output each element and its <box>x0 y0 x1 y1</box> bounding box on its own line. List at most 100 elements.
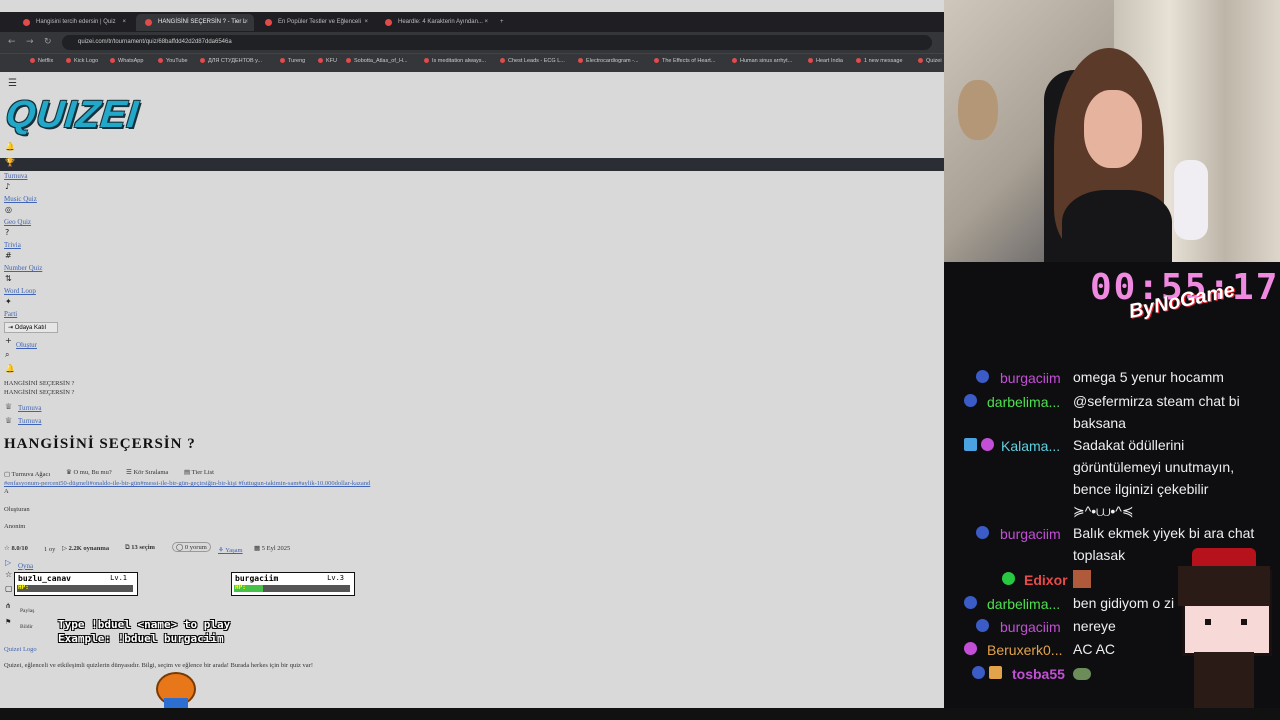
chat-username[interactable]: burgaciim <box>1000 370 1061 386</box>
breadcrumb-turnuva[interactable]: Turnuva <box>18 404 41 412</box>
bookmark[interactable]: Kick Logo <box>66 58 98 64</box>
comment-icon: ◯ <box>176 544 185 551</box>
tab-3[interactable]: En Popüler Testler ve Eğlenceli × <box>256 14 374 31</box>
nav-word-loop[interactable]: Word Loop <box>4 287 36 295</box>
tag-list[interactable]: #enfasyonum-percent50-düşmeli#onaldo-ile… <box>4 480 370 487</box>
bell-icon[interactable]: 🔔 <box>5 142 15 151</box>
menu-icon[interactable]: ☰ <box>8 78 17 89</box>
streamer-face <box>1084 90 1142 168</box>
badge-icon <box>1002 572 1015 585</box>
close-tab-icon[interactable]: × <box>484 14 488 31</box>
music-icon: ♪ <box>5 182 11 191</box>
hash-icon: # <box>5 251 12 260</box>
streamer-body <box>1062 190 1172 262</box>
microphone <box>1174 160 1208 240</box>
bookmark[interactable]: ДЛЯ СТУДЕНТОВ у... <box>200 58 262 64</box>
favicon-icon <box>145 19 152 26</box>
category-link[interactable]: ⚘ Yaşam <box>218 546 243 554</box>
heart-icon[interactable]: ☆ <box>5 570 12 579</box>
eye <box>1205 619 1211 625</box>
tab-bar: Hangisini tercih edersin | Quiz × HANGİSİ… <box>0 12 944 32</box>
search-icon[interactable]: ⌕ <box>5 350 9 360</box>
bookmark[interactable]: Is meditation always... <box>424 58 486 64</box>
bookmark[interactable]: Quizei <box>918 58 942 64</box>
bookmark[interactable]: Heart India <box>808 58 843 64</box>
mode-blind-rank-tab[interactable]: ☰ Kör Sıralama <box>126 468 168 476</box>
chat-username[interactable]: burgaciim <box>1000 526 1061 542</box>
bookmark[interactable]: Chest Leads - ECG L... <box>500 58 565 64</box>
player-level: Lv.1 <box>110 574 127 582</box>
close-tab-icon[interactable]: × <box>364 14 368 31</box>
mode-this-or-that-tab[interactable]: ♛ O mu, Bu mu? <box>66 468 112 476</box>
forward-icon[interactable]: → <box>26 37 34 47</box>
footer-logo[interactable]: Quizei Logo <box>4 646 37 653</box>
bookmark[interactable]: YouTube <box>158 58 188 64</box>
chat-username[interactable]: darbelima... <box>987 394 1060 410</box>
loop-icon: ⇅ <box>5 274 12 283</box>
play-icon: ▷ <box>62 545 69 552</box>
nav-parti[interactable]: Parti <box>4 310 17 318</box>
chat-text: @sefermirza steam chat bi baksana <box>1073 393 1240 431</box>
flag-icon[interactable]: ▢ <box>5 584 13 593</box>
trophy-icon: ♕ <box>5 416 13 425</box>
chat-username[interactable]: tosba55 <box>1012 666 1065 682</box>
bell-icon[interactable]: 🔔 <box>5 364 15 373</box>
bookmark[interactable]: Netflix <box>30 58 53 64</box>
favicon-icon <box>265 19 272 26</box>
bookmark[interactable]: 1 new message <box>856 58 903 64</box>
chat-username[interactable]: Beruxerk0... <box>987 642 1062 658</box>
join-room-button[interactable]: ⇥ Odaya Katıl <box>4 322 58 333</box>
tab-4[interactable]: Heardle: 4 Karakterin Ayından... × <box>376 14 494 31</box>
bookmark[interactable]: The Effects of Heart... <box>654 58 715 64</box>
image-alt-text: HANGİSİNİ SEÇERSİN ? <box>4 389 75 396</box>
vote-count: 1 oy <box>44 546 56 553</box>
share-button[interactable]: Paylaş <box>20 608 34 614</box>
comments-button[interactable]: ◯ 0 yorum <box>172 542 211 552</box>
chat-text: Sadakat ödüllerini görüntülemeyi unutmay… <box>1073 437 1235 519</box>
create-link[interactable]: Oluştur <box>16 341 37 349</box>
tab-1[interactable]: Hangisini tercih edersin | Quiz × <box>14 14 132 31</box>
report-button[interactable]: Bildir <box>20 624 33 630</box>
url-input[interactable]: quizei.com/tr/tournament/quiz/68baffdd42… <box>62 35 932 50</box>
character-body <box>1194 652 1254 708</box>
play-count: ▷ 2.2K oynanma <box>62 545 110 552</box>
address-bar-row: ← → ↻ quizei.com/tr/tournament/quiz/68ba… <box>0 32 944 53</box>
party-icon: ✦ <box>5 297 12 306</box>
bookmark[interactable]: WhatsApp <box>110 58 143 64</box>
reload-icon[interactable]: ↻ <box>44 37 52 47</box>
bookmarks-bar: Netflix Kick Logo WhatsApp YouTube ДЛЯ С… <box>0 53 944 72</box>
site-logo[interactable]: QUIZEI <box>4 94 141 137</box>
chat-username[interactable]: Edixor <box>1024 572 1068 588</box>
back-icon[interactable]: ← <box>8 37 16 47</box>
close-tab-icon[interactable]: × <box>244 14 248 31</box>
mode-tier-list-tab[interactable]: ▤ Tier List <box>184 468 214 476</box>
chat-username[interactable]: Kalama... <box>1001 438 1060 454</box>
report-icon: ⚑ <box>5 618 12 626</box>
bookmark[interactable]: KFU <box>318 58 337 64</box>
play-button[interactable]: Oyna <box>18 562 33 570</box>
calendar-icon: ▦ <box>254 545 262 552</box>
header-bar <box>0 158 944 171</box>
eye <box>1241 619 1247 625</box>
mode-tree-tab[interactable]: ▢ Turnuva Ağacı <box>4 470 50 478</box>
breadcrumb-turnuva[interactable]: Turnuva <box>18 417 41 425</box>
nav-turnuva[interactable]: Turnuva <box>4 172 27 180</box>
chat-username[interactable]: darbelima... <box>987 596 1060 612</box>
bookmark[interactable]: Tureng <box>280 58 305 64</box>
bookmark[interactable]: Human sinus arrhyt... <box>732 58 792 64</box>
bookmark[interactable]: Electrocardiogram -... <box>578 58 639 64</box>
nav-music-quiz[interactable]: Music Quiz <box>4 195 37 203</box>
page-content: ☰ QUIZEI 🔔 🏆 Turnuva ♪ Music Quiz ◎ Geo … <box>0 72 944 720</box>
nav-number-quiz[interactable]: Number Quiz <box>4 264 42 272</box>
bookmark[interactable]: Sobotta_Atlas_of_H... <box>346 58 408 64</box>
player-name: buzlu_canav <box>18 574 71 583</box>
page-title: HANGİSİNİ SEÇERSİN ? <box>4 436 196 452</box>
chat-username[interactable]: burgaciim <box>1000 619 1061 635</box>
trophy-icon: 🏆 <box>5 158 15 167</box>
new-tab-button[interactable]: + <box>496 14 512 31</box>
publish-date: ▦ 5 Eyl 2025 <box>254 545 291 552</box>
tab-2[interactable]: HANGİSİNİ SEÇERSİN ? - Tier L × <box>136 14 254 31</box>
close-tab-icon[interactable]: × <box>122 14 126 31</box>
nav-geo-quiz[interactable]: Geo Quiz <box>4 218 31 226</box>
nav-trivia[interactable]: Trivia <box>4 241 21 249</box>
